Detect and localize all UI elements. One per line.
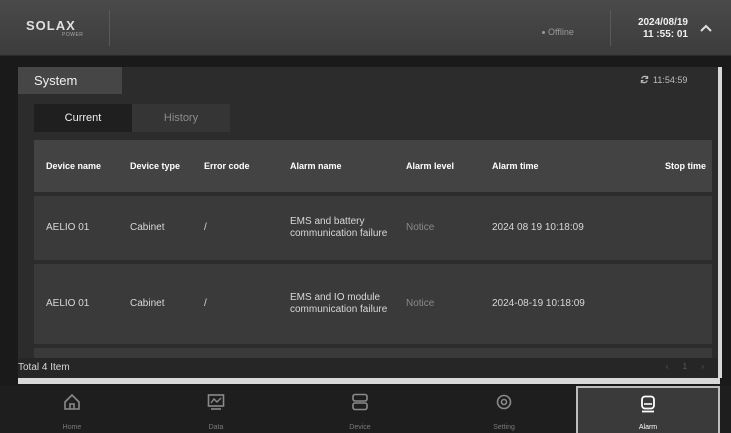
connection-status-label: Offline (548, 27, 574, 37)
cell-device-name: AELIO 01 (46, 222, 90, 233)
alarm-table: Device name Device type Error code Alarm… (34, 140, 712, 378)
table-header: Device name Device type Error code Alarm… (34, 140, 712, 192)
next-page-icon[interactable]: › (701, 362, 710, 371)
nav-data[interactable]: Data (144, 386, 288, 433)
logo-text: SOLAX (26, 18, 76, 33)
current-page[interactable]: 1 (683, 362, 693, 371)
column-header: Alarm name (290, 160, 342, 171)
nav-home[interactable]: Home (0, 386, 144, 433)
logo-subtext: POWER (62, 32, 84, 38)
pagination[interactable]: ‹ 1 › (666, 362, 710, 371)
server-icon (351, 393, 369, 411)
datetime: 2024/08/19 11 :55: 01 (616, 17, 688, 41)
nav-label: Device (349, 424, 371, 431)
nav-device[interactable]: Device (288, 386, 432, 433)
table-footer: Total 4 Item ‹ 1 › (18, 358, 718, 378)
cell-device-type: Cabinet (130, 298, 165, 309)
cell-alarm-time: 2024 08 19 10:18:09 (492, 222, 584, 233)
nav-label: Home (62, 424, 82, 431)
horizontal-scrollbar[interactable] (18, 378, 720, 384)
tab-history[interactable]: History (132, 104, 230, 132)
nav-alarm[interactable]: Alarm (576, 386, 720, 433)
cell-alarm-name: EMS and battery communication failure (290, 216, 388, 239)
home-icon (63, 393, 81, 411)
refresh-time: 11:54:59 (653, 75, 688, 85)
date-label: 2024/08/19 (637, 17, 688, 28)
nav-label: Setting (493, 424, 515, 431)
cell-alarm-level: Notice (406, 298, 435, 309)
time-label: 11 :55: 01 (642, 29, 688, 40)
column-header: Device name (46, 160, 102, 171)
cell-device-type: Cabinet (130, 222, 165, 233)
nav-label: Alarm (638, 424, 658, 431)
status-dot-icon (542, 30, 545, 34)
gear-icon (495, 393, 513, 411)
nav-label: Data (208, 424, 224, 431)
tab-current[interactable]: Current (34, 104, 132, 132)
tab-system[interactable]: System (18, 67, 122, 94)
column-header: Alarm time (492, 160, 539, 171)
cell-error-code: / (204, 222, 207, 233)
top-bar: SOLAX POWER Offline 2024/08/19 11 :55: 0… (0, 0, 731, 56)
vertical-scrollbar[interactable] (718, 67, 722, 378)
cell-alarm-name: EMS and IO module communication failure (290, 292, 388, 315)
cell-alarm-level: Notice (406, 222, 435, 233)
column-header: Stop time (664, 160, 706, 171)
alarm-icon (639, 395, 657, 413)
logo: SOLAX POWER (10, 10, 110, 46)
column-header: Error code (204, 160, 250, 171)
cell-error-code: / (204, 298, 207, 309)
column-header: Device type (130, 160, 181, 171)
cell-device-name: AELIO 01 (46, 298, 90, 309)
cell-alarm-time: 2024-08-19 10:18:09 (492, 298, 585, 309)
header-divider (610, 10, 611, 46)
table-row[interactable]: AELIO 01 Cabinet / EMS and battery commu… (34, 196, 712, 260)
refresh-indicator[interactable]: 11:54:59 (640, 73, 712, 87)
total-items-label: Total 4 Item (18, 362, 70, 373)
prev-page-icon[interactable]: ‹ (666, 362, 675, 371)
connection-status: Offline (542, 24, 602, 40)
subtab-bar: Current History (34, 104, 230, 132)
bottom-nav: Home Data Device Setting Alarm (0, 386, 731, 433)
nav-setting[interactable]: Setting (432, 386, 576, 433)
chart-icon (207, 393, 225, 411)
chevron-up-icon[interactable] (696, 18, 716, 38)
table-row[interactable]: AELIO 01 Cabinet / EMS and IO module com… (34, 264, 712, 344)
column-header: Alarm level (406, 160, 455, 171)
refresh-icon[interactable] (640, 75, 649, 86)
